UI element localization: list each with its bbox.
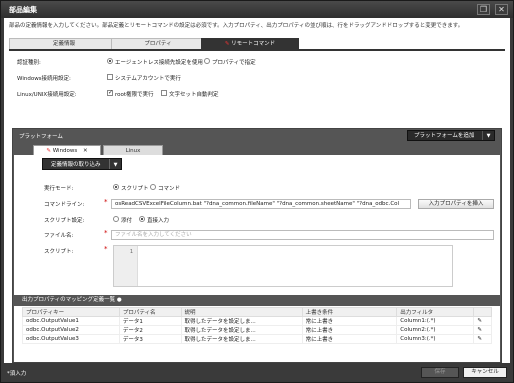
- chevron-down-icon: ▼: [482, 131, 494, 140]
- cell-overwrite: 常に上書き: [301, 316, 398, 326]
- output-mapping-title: 出力プロパティのマッピング定義一覧: [22, 297, 116, 303]
- edit-icon[interactable]: ✎: [473, 316, 492, 326]
- script-label: スクリプト:: [44, 249, 74, 255]
- output-mapping-section: 出力プロパティのマッピング定義一覧 ● プロパティキー プロパティ名 説明 上書…: [14, 295, 500, 362]
- table-row[interactable]: odbc.OutputValue1 データ1 取得したデータを設定しま... 常…: [22, 316, 492, 326]
- add-platform-label: プラットフォームを追加: [414, 133, 475, 139]
- required-mark: *: [104, 198, 108, 206]
- cell-property-key: odbc.OutputValue1: [22, 316, 120, 326]
- platform-body: 定義情報の取り込み ▼ 実行モード: スクリプト コマンド コマンドライン: *…: [14, 155, 500, 362]
- script-editor[interactable]: 1: [113, 245, 453, 287]
- cell-description: 取得したデータを設定しま...: [180, 316, 303, 326]
- cell-overwrite: 常に上書き: [301, 325, 398, 335]
- cell-description: 取得したデータを設定しま...: [180, 325, 303, 335]
- col-overwrite: 上書き条件: [301, 307, 398, 317]
- root-exec-checkbox[interactable]: [107, 89, 113, 96]
- required-mark: *: [104, 229, 108, 237]
- col-output-filter: 出力フィルタ: [396, 307, 475, 317]
- direct-input-label[interactable]: 直接入力: [147, 216, 169, 224]
- platform-tab-bar: ✎ Windows ✕ Linux: [13, 143, 501, 155]
- insert-property-button[interactable]: 入力プロパティを挿入: [418, 199, 494, 209]
- col-description: 説明: [180, 307, 303, 317]
- cancel-button[interactable]: キャンセル: [463, 367, 507, 378]
- exec-script-radio[interactable]: [113, 184, 119, 190]
- col-property-key: プロパティキー: [22, 307, 120, 317]
- auth-property-radio[interactable]: [204, 58, 210, 64]
- cmdline-label: コマンドライン:: [44, 202, 85, 208]
- instruction-text: 部品の定義情報を入力してください。部品定義とリモートコマンドの設定は必須です。入…: [9, 23, 464, 29]
- filename-input[interactable]: ファイル名を入力してください: [111, 230, 494, 240]
- col-actions: [473, 307, 492, 317]
- system-account-checkbox[interactable]: [107, 74, 113, 80]
- close-tab-icon[interactable]: ✕: [83, 148, 88, 154]
- cell-output-filter: Column2:(.*): [396, 325, 475, 335]
- charset-auto-label[interactable]: 文字セット自動判定: [169, 90, 219, 98]
- restore-icon[interactable]: ❐: [477, 4, 490, 15]
- platform-panel: プラットフォーム プラットフォームを追加 ▼ ✎ Windows ✕ Linux…: [12, 128, 502, 363]
- platform-title: プラットフォーム: [19, 134, 63, 140]
- chevron-down-icon: ▼: [109, 159, 121, 169]
- cell-property-key: odbc.OutputValue2: [22, 325, 120, 335]
- cell-overwrite: 常に上書き: [301, 334, 398, 344]
- cell-output-filter: Column3:(.*): [396, 334, 475, 344]
- dialog-content: 部品の定義情報を入力してください。部品定義とリモートコマンドの設定は必須です。入…: [4, 18, 510, 363]
- output-mapping-header: 出力プロパティのマッピング定義一覧 ●: [14, 295, 500, 306]
- script-setting-label: スクリプト設定:: [44, 218, 85, 224]
- auth-agentless-radio[interactable]: [107, 58, 113, 64]
- required-mark: *: [104, 245, 108, 253]
- filename-label: ファイル名:: [44, 233, 74, 239]
- tab-remote-command-label: リモートコマンド: [231, 41, 276, 47]
- windows-edit-icon: ✎: [46, 148, 51, 154]
- exec-command-label[interactable]: コマンド: [158, 184, 180, 192]
- output-mapping-table: プロパティキー プロパティ名 説明 上書き条件 出力フィルタ odbc.Outp…: [22, 307, 492, 344]
- unix-settings-label: Linux/UNIX接続用設定:: [17, 92, 77, 98]
- charset-auto-checkbox[interactable]: [161, 90, 167, 96]
- required-note: *須入力: [7, 371, 27, 377]
- table-row[interactable]: odbc.OutputValue2 データ2 取得したデータを設定しま... 常…: [22, 325, 492, 335]
- cell-property-key: odbc.OutputValue3: [22, 334, 120, 344]
- info-icon: ●: [116, 297, 122, 303]
- windows-settings-label: Windows接続用設定:: [17, 76, 71, 82]
- tab-windows[interactable]: ✎ Windows ✕: [33, 145, 101, 155]
- edit-icon[interactable]: ✎: [473, 325, 492, 335]
- tab-linux[interactable]: Linux: [103, 145, 163, 155]
- save-button[interactable]: 保存: [421, 367, 459, 378]
- auth-property-label[interactable]: プロパティで指定: [212, 58, 256, 66]
- direct-input-radio[interactable]: [139, 216, 145, 222]
- line-number-gutter: 1: [114, 246, 138, 286]
- exec-mode-label: 実行モード:: [44, 186, 74, 192]
- load-definition-button[interactable]: 定義情報の取り込み ▼: [42, 158, 122, 170]
- exec-script-label[interactable]: スクリプト: [121, 184, 149, 192]
- col-property-name: プロパティ名: [118, 307, 182, 317]
- table-row[interactable]: odbc.OutputValue3 データ3 取得したデータを設定しま... 常…: [22, 334, 492, 344]
- dialog-footer: *須入力 保存 キャンセル: [1, 363, 513, 382]
- exec-command-radio[interactable]: [150, 184, 156, 190]
- root-exec-label[interactable]: root権限で実行: [115, 90, 154, 98]
- auth-agentless-label[interactable]: エージェントレス接続先設定を使用: [115, 58, 203, 66]
- tab-remote-command-icon: ✎: [224, 41, 230, 47]
- add-platform-button[interactable]: プラットフォームを追加 ▼: [407, 130, 495, 141]
- cell-description: 取得したデータを設定しま...: [180, 334, 303, 344]
- attach-label[interactable]: 添付: [121, 216, 132, 224]
- auth-type-label: 認証種別:: [17, 60, 41, 66]
- cell-output-filter: Column1:(.*): [396, 316, 475, 326]
- tab-underline: [9, 49, 505, 51]
- dialog-title: 部品編集: [1, 1, 513, 18]
- close-icon[interactable]: ✕: [495, 4, 508, 15]
- attach-radio[interactable]: [113, 216, 119, 222]
- tab-windows-label: Windows: [52, 148, 78, 154]
- edit-icon[interactable]: ✎: [473, 334, 492, 344]
- cell-property-name: データ2: [118, 325, 182, 335]
- cmdline-input[interactable]: osReadCSVExcelFileColumn.bat "?dna_commo…: [111, 199, 411, 209]
- system-account-label[interactable]: システムアカウントで実行: [115, 74, 181, 82]
- load-definition-label: 定義情報の取り込み: [51, 162, 101, 168]
- component-edit-dialog: 部品編集 ❐ ✕ 部品の定義情報を入力してください。部品定義とリモートコマンドの…: [0, 0, 514, 383]
- cell-property-name: データ3: [118, 334, 182, 344]
- cell-property-name: データ1: [118, 316, 182, 326]
